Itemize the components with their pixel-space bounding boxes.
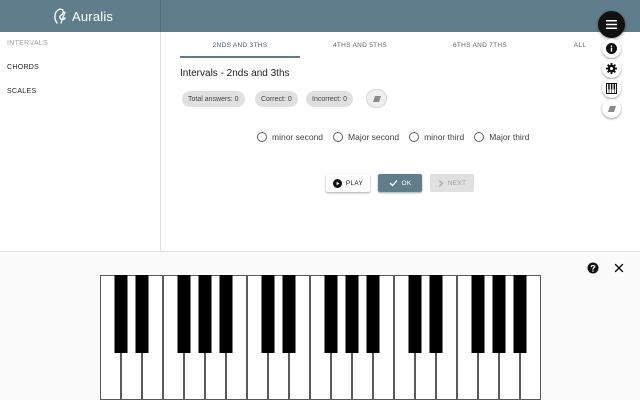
black-key[interactable] — [261, 275, 275, 353]
reset-stats-button[interactable] — [366, 89, 387, 108]
incorrect-badge: Incorrect: 0 — [306, 91, 354, 107]
eraser-icon — [372, 95, 381, 102]
close-icon — [614, 263, 624, 273]
option-minor-second[interactable]: minor second — [257, 132, 323, 142]
black-key[interactable] — [492, 275, 506, 353]
sidebar-item-intervals[interactable]: INTERVALS — [7, 40, 48, 47]
menu-button[interactable] — [598, 11, 625, 38]
option-label: Major third — [489, 132, 530, 142]
black-key[interactable] — [408, 275, 422, 353]
clear-button[interactable] — [602, 99, 621, 118]
exercise-tabs: 2NDS AND 3THS 4THS AND 5THS 6THS AND 7TH… — [180, 32, 600, 58]
ok-button[interactable]: OK — [378, 174, 422, 192]
black-key[interactable] — [324, 275, 338, 353]
radio-button[interactable] — [409, 132, 420, 142]
next-label: NEXT — [447, 179, 467, 187]
check-icon — [389, 180, 397, 187]
page-title: Intervals - 2nds and 3ths — [180, 68, 290, 79]
black-key[interactable] — [282, 275, 296, 353]
app-title: Auralis — [72, 8, 114, 24]
play-icon — [332, 178, 342, 188]
app-header: Auralis — [0, 0, 640, 32]
settings-button[interactable] — [602, 59, 621, 78]
piano-keyboard[interactable] — [100, 275, 541, 400]
menu-icon — [606, 20, 617, 29]
radio-button[interactable] — [257, 132, 267, 142]
total-answers-badge: Total answers: 0 — [182, 91, 245, 107]
chevron-right-icon — [438, 179, 444, 187]
tab-4ths-and-5ths[interactable]: 4THS AND 5THS — [300, 42, 420, 49]
tab-all[interactable]: ALL — [565, 42, 595, 49]
sidebar-item-scales[interactable]: SCALES — [7, 88, 36, 95]
black-key[interactable] — [114, 275, 128, 353]
tab-indicator — [180, 56, 300, 58]
answer-options: minor second Major second minor third Ma… — [257, 130, 539, 144]
sidebar-item-chords[interactable]: CHORDS — [7, 64, 39, 71]
close-keyboard-button[interactable] — [613, 261, 625, 273]
radio-button[interactable] — [474, 132, 485, 142]
piano-icon — [606, 83, 617, 94]
radio-button[interactable] — [333, 132, 344, 142]
play-label: PLAY — [345, 179, 364, 187]
gear-icon — [606, 63, 617, 74]
header-divider — [160, 0, 161, 32]
black-key[interactable] — [429, 275, 443, 353]
sidebar: INTERVALS CHORDS SCALES — [0, 32, 161, 251]
option-major-second[interactable]: Major second — [333, 132, 399, 142]
next-button[interactable]: NEXT — [430, 174, 474, 192]
info-button[interactable] — [602, 39, 621, 58]
option-minor-third[interactable]: minor third — [409, 132, 464, 142]
play-button[interactable]: PLAY — [326, 174, 370, 192]
option-label: minor third — [424, 132, 465, 142]
help-icon — [587, 262, 599, 274]
eraser-icon — [607, 105, 616, 112]
black-key[interactable] — [471, 275, 485, 353]
black-key[interactable] — [366, 275, 380, 353]
black-key[interactable] — [177, 275, 191, 353]
black-key[interactable] — [135, 275, 149, 353]
black-key[interactable] — [345, 275, 359, 353]
auralis-logo-icon — [54, 8, 66, 24]
tab-2nds-and-3ths[interactable]: 2NDS AND 3THS — [180, 42, 300, 49]
ok-label: OK — [401, 179, 412, 187]
option-label: minor second — [272, 132, 324, 142]
help-button[interactable] — [587, 261, 599, 274]
correct-badge: Correct: 0 — [255, 91, 298, 107]
option-major-third[interactable]: Major third — [474, 132, 529, 142]
option-label: Major second — [348, 132, 400, 142]
black-key[interactable] — [198, 275, 212, 353]
keyboard-toggle-button[interactable] — [602, 79, 621, 98]
brand: Auralis — [52, 0, 113, 32]
black-key[interactable] — [513, 275, 527, 353]
info-icon — [606, 43, 617, 54]
black-key[interactable] — [219, 275, 233, 353]
tab-6ths-and-7ths[interactable]: 6THS AND 7THS — [420, 42, 540, 49]
